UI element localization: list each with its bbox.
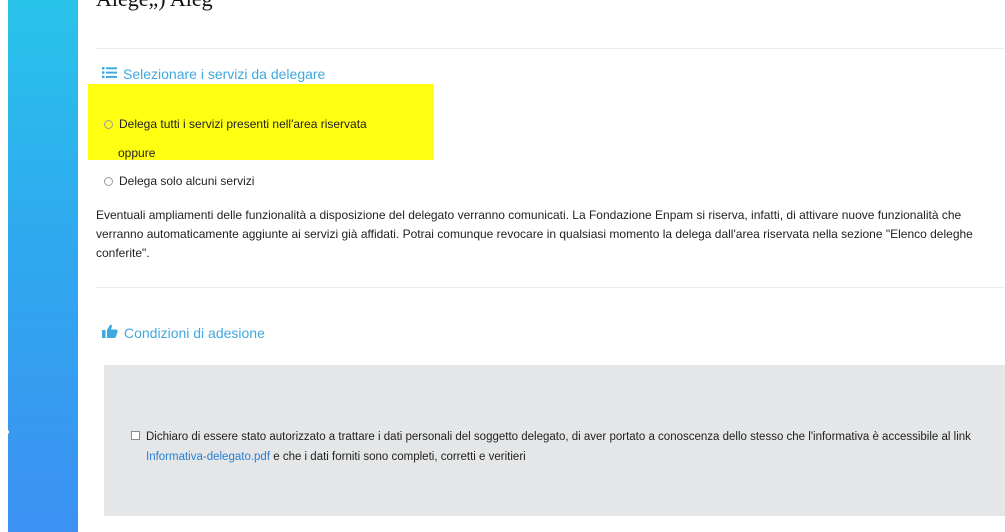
radio-all-input[interactable] <box>104 119 113 129</box>
top-cropped-text: Alegè„) Aleg <box>96 0 213 12</box>
list-icon <box>102 66 117 82</box>
divider-middle <box>96 287 1005 288</box>
sidebar-dot <box>5 430 9 434</box>
radio-option-some-label: Delega solo alcuni servizi <box>119 174 255 188</box>
declaration-checkbox[interactable] <box>131 431 140 440</box>
radio-option-some[interactable]: Delega solo alcuni servizi <box>104 174 254 188</box>
declaration-row: Dichiaro di essere stato autorizzato a t… <box>131 427 991 467</box>
declaration-text-part1: Dichiaro di essere stato autorizzato a t… <box>146 431 971 443</box>
services-section-title-text: Selezionare i servizi da delegare <box>123 66 326 82</box>
informativa-link[interactable]: Informativa-delegato.pdf <box>146 451 270 463</box>
info-paragraph: Eventuali ampliamenti delle funzionalità… <box>96 208 973 260</box>
conditions-section-title: Condizioni di adesione <box>102 324 265 341</box>
divider-top <box>96 48 1005 49</box>
declaration-text-part2: e che i dati forniti sono completi, corr… <box>273 451 526 463</box>
oppure-label: oppure <box>118 146 156 160</box>
conditions-section-title-text: Condizioni di adesione <box>124 324 265 341</box>
radio-option-all-label: Delega tutti i servizi presenti nell'are… <box>119 117 367 131</box>
radio-some-input[interactable] <box>104 176 113 186</box>
radio-option-all[interactable]: Delega tutti i servizi presenti nell'are… <box>104 117 367 131</box>
thumbs-up-icon <box>102 324 118 341</box>
left-sidebar-strip <box>5 0 78 532</box>
services-section-title: Selezionare i servizi da delegare <box>102 66 325 82</box>
declaration-text: Dichiaro di essere stato autorizzato a t… <box>146 427 991 467</box>
